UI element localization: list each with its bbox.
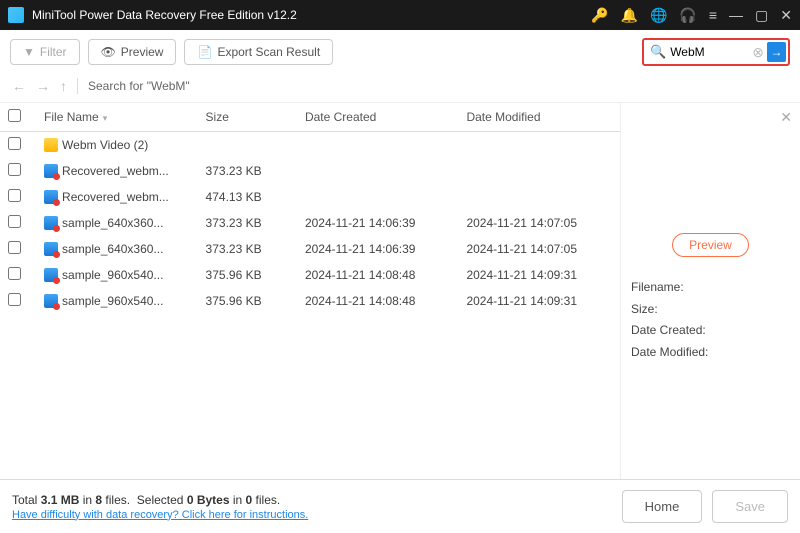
file-modified bbox=[458, 158, 620, 184]
file-list: File Name▾ Size Date Created Date Modifi… bbox=[0, 103, 620, 503]
file-modified: 2024-11-21 14:07:05 bbox=[458, 236, 620, 262]
menu-icon[interactable]: ≡ bbox=[709, 7, 717, 23]
video-file-icon bbox=[44, 164, 58, 178]
table-row[interactable]: sample_960x540...375.96 KB2024-11-21 14:… bbox=[0, 288, 620, 314]
file-name: sample_640x360... bbox=[62, 216, 163, 230]
table-header-row: File Name▾ Size Date Created Date Modifi… bbox=[0, 103, 620, 132]
search-go-button[interactable]: → bbox=[767, 42, 786, 62]
table-row[interactable]: sample_640x360...373.23 KB2024-11-21 14:… bbox=[0, 210, 620, 236]
search-input[interactable] bbox=[670, 45, 752, 59]
bell-icon[interactable]: 🔔 bbox=[621, 7, 638, 24]
export-button[interactable]: 📄Export Scan Result bbox=[184, 39, 333, 65]
sort-icon: ▾ bbox=[103, 113, 108, 123]
file-created: 2024-11-21 14:08:48 bbox=[297, 288, 459, 314]
footer: Total 3.1 MB in 8 files. Selected 0 Byte… bbox=[0, 479, 800, 533]
nav-bar: ← → ↑ Search for "WebM" bbox=[0, 74, 800, 103]
file-size: 474.13 KB bbox=[198, 184, 297, 210]
file-name: Webm Video (2) bbox=[62, 138, 148, 152]
file-created bbox=[297, 184, 459, 210]
col-header-created[interactable]: Date Created bbox=[297, 103, 459, 132]
video-file-icon bbox=[44, 242, 58, 256]
file-size: 375.96 KB bbox=[198, 288, 297, 314]
meta-modified: Date Modified: bbox=[631, 342, 708, 364]
folder-icon: ! bbox=[44, 138, 58, 152]
select-all-checkbox[interactable] bbox=[8, 109, 21, 122]
file-name: sample_640x360... bbox=[62, 242, 163, 256]
row-checkbox[interactable] bbox=[8, 293, 21, 306]
row-checkbox[interactable] bbox=[8, 241, 21, 254]
filter-button[interactable]: ▼Filter bbox=[10, 39, 80, 65]
filter-icon: ▼ bbox=[23, 45, 35, 59]
footer-summary: Total 3.1 MB in 8 files. Selected 0 Byte… bbox=[12, 493, 612, 507]
row-checkbox[interactable] bbox=[8, 137, 21, 150]
meta-size: Size: bbox=[631, 299, 708, 321]
col-header-size[interactable]: Size bbox=[198, 103, 297, 132]
titlebar: MiniTool Power Data Recovery Free Editio… bbox=[0, 0, 800, 30]
help-link[interactable]: Have difficulty with data recovery? Clic… bbox=[12, 509, 308, 521]
file-created bbox=[297, 158, 459, 184]
search-box: 🔍 ⊗ → bbox=[642, 38, 790, 66]
nav-forward-icon[interactable]: → bbox=[36, 78, 50, 94]
table-row[interactable]: sample_960x540...375.96 KB2024-11-21 14:… bbox=[0, 262, 620, 288]
file-modified bbox=[458, 184, 620, 210]
file-size bbox=[198, 132, 297, 159]
save-button[interactable]: Save bbox=[712, 490, 788, 523]
video-file-icon bbox=[44, 268, 58, 282]
file-created: 2024-11-21 14:06:39 bbox=[297, 236, 459, 262]
file-created bbox=[297, 132, 459, 159]
breadcrumb: Search for "WebM" bbox=[88, 79, 190, 93]
toolbar: ▼Filter 👁Preview 📄Export Scan Result 🔍 ⊗… bbox=[0, 30, 800, 74]
file-name: Recovered_webm... bbox=[62, 190, 169, 204]
close-icon[interactable]: ✕ bbox=[780, 7, 792, 24]
clear-search-icon[interactable]: ⊗ bbox=[752, 44, 764, 61]
headset-icon[interactable]: 🎧 bbox=[679, 7, 696, 24]
search-icon: 🔍 bbox=[650, 44, 666, 60]
nav-up-icon[interactable]: ↑ bbox=[60, 78, 67, 94]
file-size: 373.23 KB bbox=[198, 210, 297, 236]
preview-file-button[interactable]: Preview bbox=[672, 233, 749, 257]
close-preview-icon[interactable]: ✕ bbox=[780, 109, 792, 126]
nav-separator bbox=[77, 78, 78, 94]
file-size: 375.96 KB bbox=[198, 262, 297, 288]
globe-icon[interactable]: 🌐 bbox=[650, 7, 667, 24]
row-checkbox[interactable] bbox=[8, 189, 21, 202]
preview-pane: ✕ Preview Filename: Size: Date Created: … bbox=[620, 103, 800, 503]
nav-back-icon[interactable]: ← bbox=[12, 78, 26, 94]
file-size: 373.23 KB bbox=[198, 158, 297, 184]
home-button[interactable]: Home bbox=[622, 490, 703, 523]
file-created: 2024-11-21 14:08:48 bbox=[297, 262, 459, 288]
file-modified: 2024-11-21 14:09:31 bbox=[458, 288, 620, 314]
table-row[interactable]: Recovered_webm... 474.13 KB bbox=[0, 184, 620, 210]
row-checkbox[interactable] bbox=[8, 267, 21, 280]
video-file-icon bbox=[44, 294, 58, 308]
file-name: Recovered_webm... bbox=[62, 164, 169, 178]
minimize-icon[interactable]: — bbox=[729, 7, 743, 23]
file-size: 373.23 KB bbox=[198, 236, 297, 262]
col-header-name[interactable]: File Name▾ bbox=[36, 103, 198, 132]
file-modified: 2024-11-21 14:09:31 bbox=[458, 262, 620, 288]
row-checkbox[interactable] bbox=[8, 163, 21, 176]
app-title: MiniTool Power Data Recovery Free Editio… bbox=[32, 8, 591, 22]
maximize-icon[interactable]: ▢ bbox=[755, 7, 768, 24]
video-file-icon bbox=[44, 216, 58, 230]
file-created: 2024-11-21 14:06:39 bbox=[297, 210, 459, 236]
table-row[interactable]: sample_640x360...373.23 KB2024-11-21 14:… bbox=[0, 236, 620, 262]
row-checkbox[interactable] bbox=[8, 215, 21, 228]
meta-filename: Filename: bbox=[631, 277, 708, 299]
preview-button[interactable]: 👁Preview bbox=[88, 39, 177, 65]
file-modified bbox=[458, 132, 620, 159]
export-icon: 📄 bbox=[197, 45, 212, 59]
app-icon bbox=[8, 7, 24, 23]
file-name: sample_960x540... bbox=[62, 294, 163, 308]
table-row[interactable]: Recovered_webm... 373.23 KB bbox=[0, 158, 620, 184]
eye-icon: 👁 bbox=[101, 45, 116, 59]
file-name: sample_960x540... bbox=[62, 268, 163, 282]
key-icon[interactable]: 🔑 bbox=[591, 7, 608, 24]
file-modified: 2024-11-21 14:07:05 bbox=[458, 210, 620, 236]
col-header-modified[interactable]: Date Modified bbox=[458, 103, 620, 132]
video-file-icon bbox=[44, 190, 58, 204]
meta-created: Date Created: bbox=[631, 320, 708, 342]
table-row[interactable]: ! Webm Video (2) bbox=[0, 132, 620, 159]
